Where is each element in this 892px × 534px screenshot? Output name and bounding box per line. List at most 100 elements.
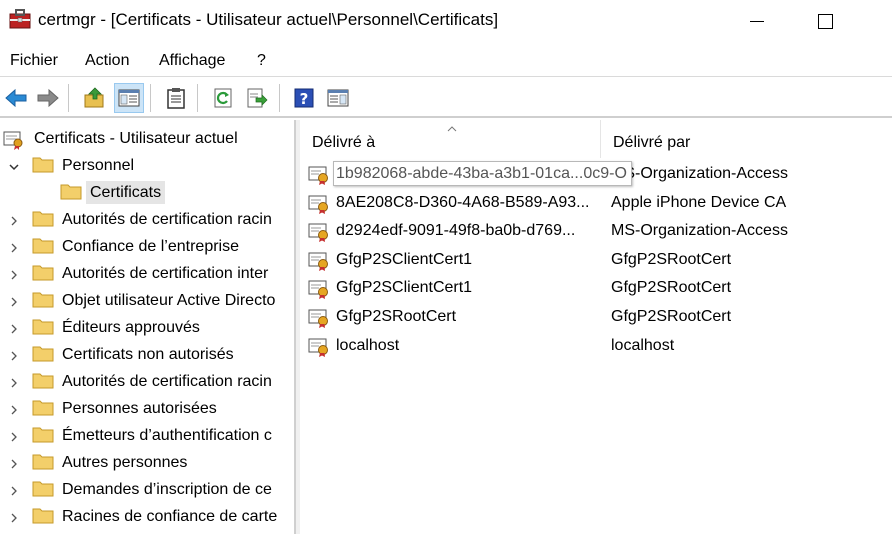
issued-to-cell: d2924edf-9091-49f8-ba0b-d769... [336, 222, 576, 240]
chevron-right-icon[interactable] [8, 295, 20, 307]
up-one-level-button[interactable] [80, 83, 110, 113]
folder-icon [32, 291, 54, 308]
tree-item[interactable]: Autorités de certification racin [0, 368, 294, 395]
properties-icon [327, 89, 349, 107]
minimize-button[interactable] [734, 0, 780, 42]
tree-item[interactable]: Éditeurs approuvés [0, 314, 294, 341]
toolbar: ? [0, 78, 892, 118]
issued-by-cell: MS-Organization-Access [611, 222, 788, 240]
tree-item[interactable]: Confiance de l’entreprise [0, 233, 294, 260]
folder-icon [32, 237, 54, 254]
menu-affichage[interactable]: Affichage [159, 52, 225, 70]
tree-item[interactable]: Autres personnes [0, 449, 294, 476]
certificate-store-icon [3, 128, 27, 150]
chevron-right-icon[interactable] [8, 484, 20, 496]
certificate-row[interactable]: 1b982068-abde-43ba-a3b1-01caMS-Organizat… [300, 160, 892, 188]
chevron-right-icon[interactable] [8, 511, 20, 523]
chevron-right-icon[interactable] [8, 349, 20, 361]
menu-bar: Fichier Action Affichage ? [0, 43, 892, 77]
chevron-right-icon[interactable] [8, 268, 20, 280]
tree-item-label: Autres personnes [62, 454, 188, 471]
issued-to-cell: GfgP2SClientCert1 [336, 279, 473, 297]
tree-item[interactable]: Demandes d’inscription de ce [0, 476, 294, 503]
copy-button[interactable] [161, 83, 191, 113]
help-button[interactable]: ? [289, 83, 319, 113]
forward-button[interactable] [33, 83, 63, 113]
properties-button[interactable] [323, 83, 353, 113]
issued-to-cell: localhost [336, 336, 400, 354]
certificate-row[interactable]: GfgP2SRootCert GfgP2SRootCert [300, 303, 892, 331]
column-header-issued-by[interactable]: Délivré par [601, 120, 892, 158]
maximize-button[interactable] [802, 0, 848, 42]
certmgr-app-icon[interactable] [9, 8, 31, 30]
certificate-row[interactable]: localhost localhost [300, 332, 892, 360]
certificate-row[interactable]: 8AE208C8-D360-4A68-B589-A93... Apple iPho… [300, 189, 892, 217]
tree-item-label: Autorités de certification inter [62, 265, 269, 282]
chevron-right-icon[interactable] [8, 376, 20, 388]
tooltip: 1b982068-abde-43ba-a3b1-01ca...0c9-O [333, 161, 632, 186]
menu-action[interactable]: Action [85, 52, 129, 70]
tree-item-certificats[interactable]: Certificats [0, 179, 294, 206]
certificate-list[interactable]: Délivré à Délivré par 1b982068-abde-43ba… [300, 120, 892, 534]
certificate-icon [308, 164, 330, 186]
tree-item-label: Demandes d’inscription de ce [62, 481, 272, 498]
tree-label-certificats: Certificats [86, 181, 166, 204]
export-list-icon [247, 88, 268, 108]
menu-fichier[interactable]: Fichier [10, 52, 58, 70]
tree-item[interactable]: Racines de confiance de carte [0, 503, 294, 530]
tree-item-label: Éditeurs approuvés [62, 319, 200, 336]
column-header-issued-to[interactable]: Délivré à [300, 120, 601, 158]
toolbar-separator [68, 84, 69, 112]
export-list-button[interactable] [242, 83, 272, 113]
window-title: certmgr - [Certificats - Utilisateur act… [38, 10, 499, 29]
tree-item[interactable]: Autorités de certification racin [0, 206, 294, 233]
certificate-icon [308, 307, 330, 329]
refresh-button[interactable] [208, 83, 238, 113]
toolbar-separator [197, 84, 198, 112]
tree-item-label: Autorités de certification racin [62, 211, 272, 228]
certificate-icon [308, 336, 330, 358]
chevron-right-icon[interactable] [8, 430, 20, 442]
tree-item-label: Racines de confiance de carte [62, 508, 278, 525]
refresh-icon [214, 88, 232, 108]
toolbar-separator [150, 84, 151, 112]
tree-item[interactable]: Émetteurs d’authentification c [0, 422, 294, 449]
tree-item[interactable]: Autorités de certification inter [0, 260, 294, 287]
issued-by-cell: Apple iPhone Device CA [611, 193, 787, 211]
issued-by-cell: GfgP2SRootCert [611, 250, 732, 268]
chevron-down-icon[interactable] [8, 160, 20, 172]
clipboard-icon [167, 88, 185, 109]
svg-text:?: ? [300, 90, 309, 108]
tree-root-label: Certificats - Utilisateur actuel [34, 130, 238, 147]
console-tree[interactable]: Certificats - Utilisateur actuel Personn… [0, 120, 295, 534]
certificate-row[interactable]: GfgP2SClientCert1 GfgP2SRootCert [300, 246, 892, 274]
toolbar-separator [279, 84, 280, 112]
up-folder-icon [84, 87, 104, 108]
tree-item[interactable]: Objet utilisateur Active Directo [0, 287, 294, 314]
tree-item[interactable]: Certificats non autorisés [0, 341, 294, 368]
tree-item-personnel[interactable]: Personnel [0, 152, 294, 179]
chevron-right-icon[interactable] [8, 457, 20, 469]
issued-by-cell: localhost [611, 336, 675, 354]
folder-icon [32, 399, 54, 416]
certificate-row[interactable]: GfgP2SClientCert1 GfgP2SRootCert [300, 274, 892, 302]
folder-icon [32, 426, 54, 443]
forward-arrow-icon [37, 88, 59, 108]
issued-to-cell: GfgP2SClientCert1 [336, 250, 473, 268]
chevron-right-icon[interactable] [8, 322, 20, 334]
issued-to-cell: GfgP2SRootCert [336, 308, 457, 325]
tree-item-label: Émetteurs d’authentification c [62, 427, 272, 444]
menu-help[interactable]: ? [257, 52, 266, 70]
column-header-issued-to-label: Délivré à [312, 134, 376, 151]
issued-by-cell: GfgP2SRootCert [611, 279, 732, 297]
tree-item-label: Personnes autorisées [62, 400, 217, 417]
chevron-right-icon[interactable] [8, 214, 20, 226]
chevron-right-icon[interactable] [8, 403, 20, 415]
tree-item[interactable]: Personnes autorisées [0, 395, 294, 422]
column-header-issued-by-label: Délivré par [613, 134, 691, 151]
back-button[interactable] [1, 83, 31, 113]
certificate-row[interactable]: d2924edf-9091-49f8-ba0b-d769... MS-Organi… [300, 217, 892, 245]
tree-root[interactable]: Certificats - Utilisateur actuel [0, 125, 294, 152]
show-hide-tree-button[interactable] [114, 83, 144, 113]
chevron-right-icon[interactable] [8, 241, 20, 253]
